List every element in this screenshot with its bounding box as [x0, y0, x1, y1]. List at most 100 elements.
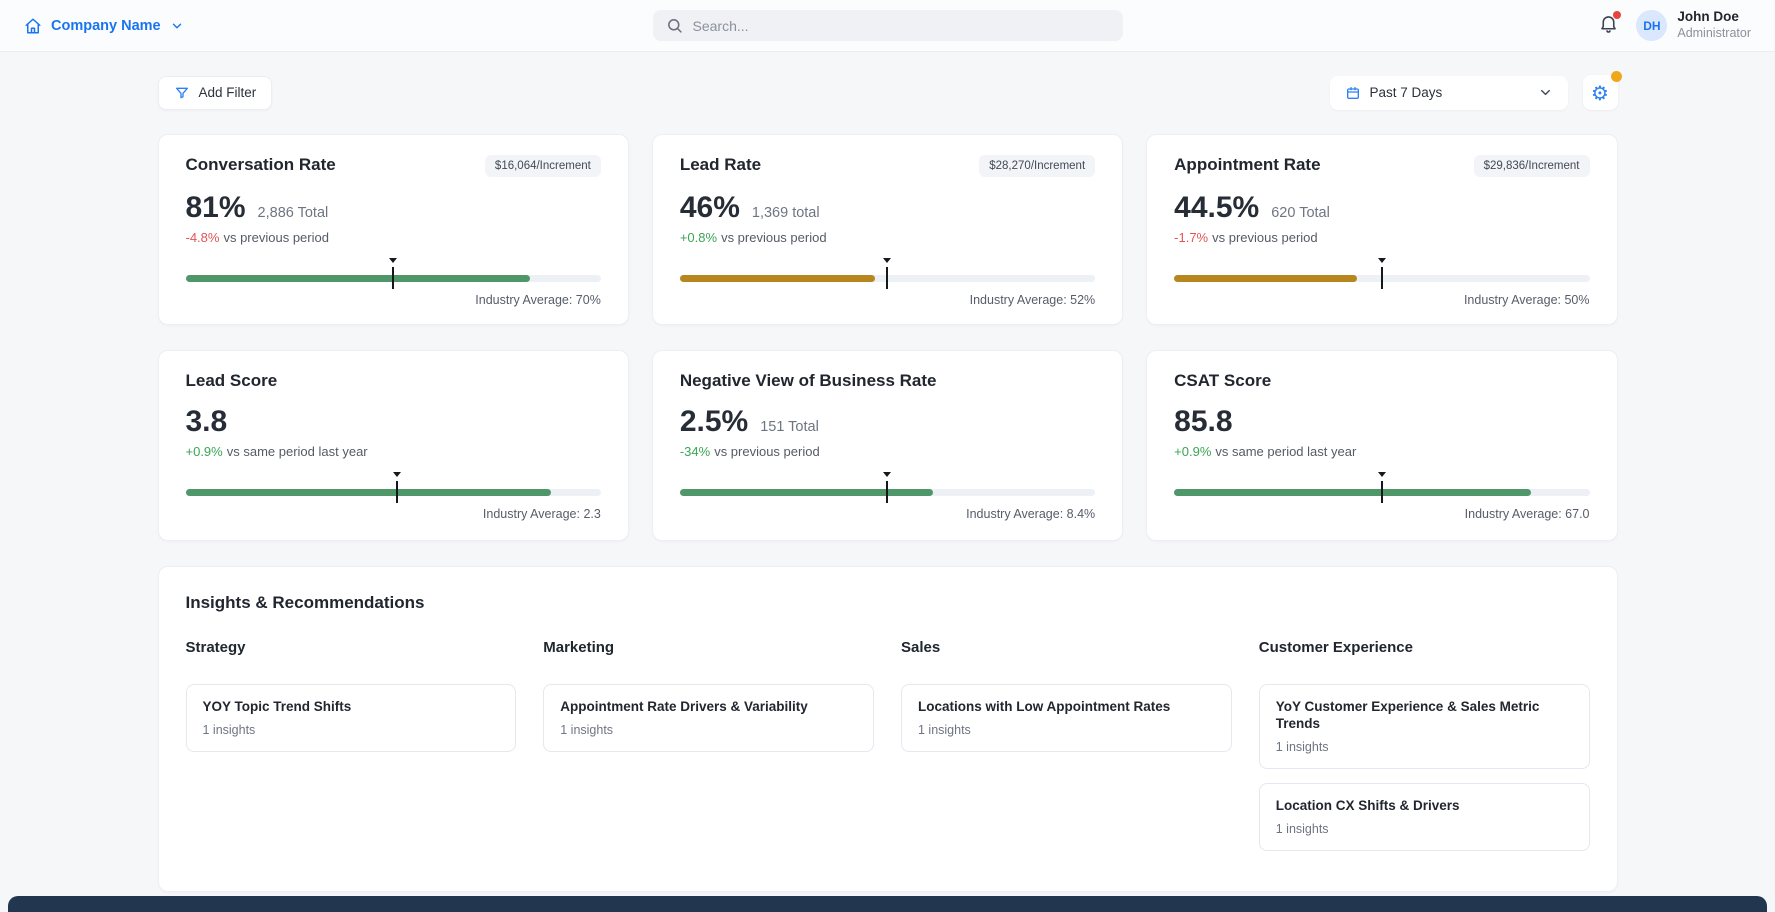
metric-title: Conversation Rate	[186, 155, 336, 175]
delta-value: +0.8%	[680, 230, 717, 245]
insight-title: Appointment Rate Drivers & Variability	[560, 699, 857, 716]
metric-card-csat-score: CSAT Score 85.8 +0.9%vs same period last…	[1146, 350, 1617, 541]
metric-progress-bar	[680, 275, 1095, 282]
column-label: Customer Experience	[1259, 639, 1590, 656]
date-range-select[interactable]: Past 7 Days	[1330, 76, 1568, 110]
progress-fill	[186, 489, 551, 496]
industry-average-marker	[1377, 258, 1387, 289]
home-icon	[24, 17, 42, 35]
metric-title: Lead Score	[186, 371, 278, 391]
increment-badge: $29,836/Increment	[1474, 155, 1590, 177]
marker-line	[396, 481, 398, 503]
metric-delta: -1.7%vs previous period	[1174, 230, 1589, 245]
column-label: Strategy	[186, 639, 517, 656]
metric-total: 1,369 total	[752, 205, 820, 221]
metric-delta: +0.9%vs same period last year	[186, 444, 601, 459]
settings-button[interactable]: ⚙	[1583, 75, 1618, 110]
increment-badge: $28,270/Increment	[979, 155, 1095, 177]
metric-delta: +0.9%vs same period last year	[1174, 444, 1589, 459]
add-filter-button[interactable]: Add Filter	[158, 76, 273, 110]
delta-value: -34%	[680, 444, 710, 459]
chevron-down-icon	[1538, 85, 1553, 100]
insights-section: Insights & Recommendations Strategy YOY …	[158, 566, 1618, 892]
insight-count: 1 insights	[203, 723, 500, 737]
insights-column-sales: Sales Locations with Low Appointment Rat…	[901, 639, 1232, 851]
metric-card-appointment-rate: Appointment Rate $29,836/Increment 44.5%…	[1146, 134, 1617, 325]
progress-fill	[1174, 275, 1357, 282]
toolbar-right-group: Past 7 Days ⚙	[1330, 75, 1618, 110]
insight-count: 1 insights	[918, 723, 1215, 737]
company-switcher[interactable]: Company Name	[24, 17, 184, 35]
industry-average-marker	[882, 472, 892, 503]
user-role: Administrator	[1677, 26, 1751, 42]
marker-triangle-icon	[883, 472, 891, 477]
increment-badge: $16,064/Increment	[485, 155, 601, 177]
add-filter-label: Add Filter	[199, 85, 257, 100]
metric-progress-bar	[1174, 275, 1589, 282]
marker-line	[1381, 481, 1383, 503]
date-range-value: Past 7 Days	[1370, 85, 1443, 100]
metric-title: Appointment Rate	[1174, 155, 1320, 175]
search-input[interactable]	[693, 18, 1110, 34]
industry-average-label: Industry Average: 50%	[1174, 293, 1589, 307]
insights-title: Insights & Recommendations	[186, 593, 1590, 613]
dashboard-content: Add Filter Past 7 Days ⚙ Conversation Ra…	[158, 75, 1618, 892]
marker-triangle-icon	[393, 472, 401, 477]
metric-progress-bar	[186, 275, 601, 282]
metric-delta: +0.8% vs previous period	[680, 230, 1095, 245]
user-menu[interactable]: DH John Doe Administrator	[1636, 9, 1751, 42]
industry-average-label: Industry Average: 8.4%	[680, 507, 1095, 521]
column-label: Marketing	[543, 639, 874, 656]
metric-delta: -34% vs previous period	[680, 444, 1095, 459]
insights-grid: Strategy YOY Topic Trend Shifts 1 insigh…	[186, 639, 1590, 851]
insight-card[interactable]: Location CX Shifts & Drivers 1 insights	[1259, 783, 1590, 851]
marker-triangle-icon	[389, 258, 397, 263]
insight-title: Locations with Low Appointment Rates	[918, 699, 1215, 716]
delta-suffix: vs previous period	[1212, 230, 1318, 245]
metric-value: 81%	[186, 191, 246, 224]
insight-card[interactable]: YoY Customer Experience & Sales Metric T…	[1259, 684, 1590, 769]
insight-title: Location CX Shifts & Drivers	[1276, 798, 1573, 815]
delta-suffix: vs same period last year	[1215, 444, 1356, 459]
progress-fill	[1174, 489, 1531, 496]
notifications-button[interactable]	[1596, 11, 1621, 41]
calendar-icon	[1345, 85, 1361, 101]
user-name: John Doe	[1677, 9, 1751, 26]
metric-card-lead-rate: Lead Rate $28,270/Increment 46% 1,369 to…	[652, 134, 1123, 325]
filters-toolbar: Add Filter Past 7 Days ⚙	[158, 75, 1618, 110]
metric-title: Lead Rate	[680, 155, 761, 175]
avatar: DH	[1636, 10, 1667, 41]
insights-column-marketing: Marketing Appointment Rate Drivers & Var…	[543, 639, 874, 851]
metric-total: 2,886 Total	[258, 205, 329, 221]
insight-card[interactable]: YOY Topic Trend Shifts 1 insights	[186, 684, 517, 752]
settings-alert-badge	[1611, 71, 1622, 82]
metric-title: Negative View of Business Rate	[680, 371, 937, 391]
delta-suffix: vs previous period	[721, 230, 827, 245]
industry-average-label: Industry Average: 70%	[186, 293, 601, 307]
metric-card-negative-view-rate: Negative View of Business Rate 2.5% 151 …	[652, 350, 1123, 541]
industry-average-label: Industry Average: 2.3	[186, 507, 601, 521]
global-search	[653, 10, 1123, 41]
insight-card[interactable]: Appointment Rate Drivers & Variability 1…	[543, 684, 874, 752]
metric-title: CSAT Score	[1174, 371, 1271, 391]
insights-column-strategy: Strategy YOY Topic Trend Shifts 1 insigh…	[186, 639, 517, 851]
delta-value: +0.9%	[186, 444, 223, 459]
delta-suffix: vs previous period	[714, 444, 820, 459]
top-navbar: Company Name DH John Doe Administrator	[0, 0, 1775, 52]
marker-triangle-icon	[883, 258, 891, 263]
metric-card-conversation-rate: Conversation Rate $16,064/Increment 81% …	[158, 134, 629, 325]
metrics-row-1: Conversation Rate $16,064/Increment 81% …	[158, 134, 1618, 325]
metric-value: 85.8	[1174, 405, 1232, 438]
notification-badge	[1613, 11, 1621, 19]
insight-card[interactable]: Locations with Low Appointment Rates 1 i…	[901, 684, 1232, 752]
insight-title: YOY Topic Trend Shifts	[203, 699, 500, 716]
column-label: Sales	[901, 639, 1232, 656]
metric-progress-bar	[1174, 489, 1589, 496]
metric-progress-bar	[186, 489, 601, 496]
insights-column-customer-experience: Customer Experience YoY Customer Experie…	[1259, 639, 1590, 851]
industry-average-marker	[882, 258, 892, 289]
metric-progress-bar	[680, 489, 1095, 496]
delta-value: -4.8%	[186, 230, 220, 245]
gear-icon: ⚙	[1591, 83, 1609, 103]
industry-average-marker	[392, 472, 402, 503]
